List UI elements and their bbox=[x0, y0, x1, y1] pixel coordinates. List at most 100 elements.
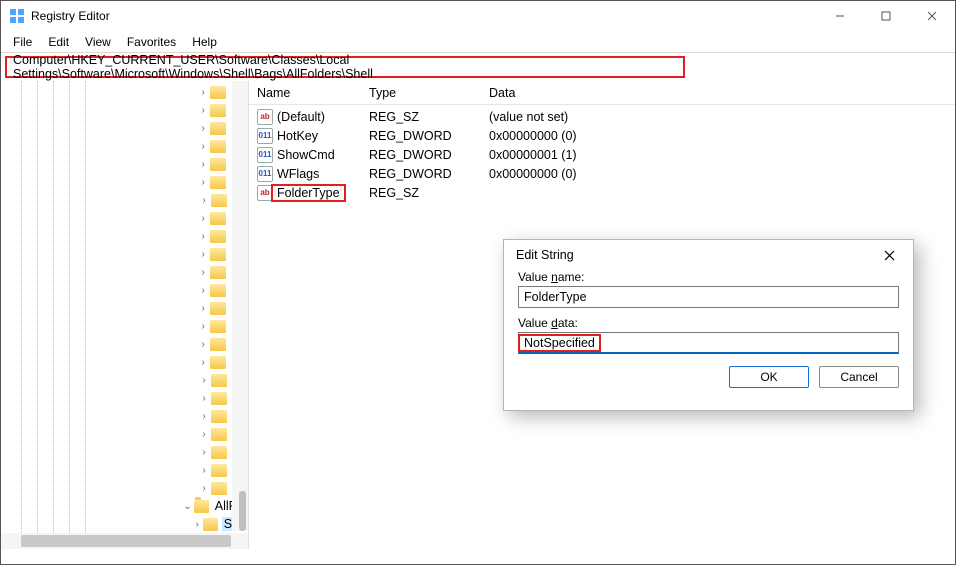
expand-icon[interactable]: › bbox=[197, 447, 211, 458]
menu-help[interactable]: Help bbox=[184, 33, 225, 51]
menu-favorites[interactable]: Favorites bbox=[119, 33, 184, 51]
tree-item-8[interactable]: ›8 bbox=[5, 461, 248, 479]
expand-icon[interactable]: › bbox=[197, 465, 211, 476]
value-row[interactable]: 011WFlagsREG_DWORD0x00000000 (0) bbox=[249, 164, 955, 183]
tree-item-shell[interactable]: ›She bbox=[5, 515, 248, 533]
expand-icon[interactable]: › bbox=[196, 267, 210, 278]
value-type: REG_SZ bbox=[369, 186, 489, 200]
dword-value-icon: 011 bbox=[257, 128, 273, 144]
value-row[interactable]: abFolderTypeREG_SZ bbox=[249, 183, 955, 202]
expand-icon[interactable]: › bbox=[191, 519, 204, 530]
app-icon bbox=[9, 8, 25, 24]
expand-icon[interactable]: › bbox=[196, 177, 210, 188]
tree-item-16[interactable]: ›16 bbox=[5, 119, 248, 137]
value-type: REG_SZ bbox=[369, 110, 489, 124]
value-data: (value not set) bbox=[489, 110, 955, 124]
expand-icon[interactable]: › bbox=[196, 303, 210, 314]
value-data-label: Value data: bbox=[518, 316, 899, 330]
value-type: REG_DWORD bbox=[369, 148, 489, 162]
value-row[interactable]: ab(Default)REG_SZ(value not set) bbox=[249, 107, 955, 126]
expand-icon[interactable]: › bbox=[196, 249, 210, 260]
expand-icon[interactable]: › bbox=[196, 141, 210, 152]
tree-item-26[interactable]: ›26 bbox=[5, 317, 248, 335]
tree-item-allfolders[interactable]: ⌄AllFol bbox=[5, 497, 248, 515]
tree-item-18[interactable]: ›18 bbox=[5, 155, 248, 173]
folder-icon bbox=[210, 284, 226, 297]
dword-value-icon: 011 bbox=[257, 166, 273, 182]
folder-icon bbox=[210, 158, 226, 171]
expand-icon[interactable]: › bbox=[196, 87, 210, 98]
address-bar[interactable]: Computer\HKEY_CURRENT_USER\Software\Clas… bbox=[5, 56, 685, 78]
tree-item-28[interactable]: ›28 bbox=[5, 353, 248, 371]
folder-icon bbox=[210, 104, 226, 117]
expand-icon[interactable]: › bbox=[197, 375, 211, 386]
value-name-label: Value name: bbox=[518, 270, 899, 284]
tree-item-25[interactable]: ›25 bbox=[5, 299, 248, 317]
menu-bar: File Edit View Favorites Help bbox=[1, 31, 955, 53]
list-header: Name Type Data bbox=[249, 81, 955, 105]
expand-icon[interactable]: › bbox=[196, 105, 210, 116]
expand-icon[interactable]: › bbox=[197, 483, 211, 494]
tree-scrollbar-horizontal[interactable] bbox=[1, 533, 248, 549]
tree-item-17[interactable]: ›17 bbox=[5, 137, 248, 155]
collapse-icon[interactable]: ⌄ bbox=[181, 501, 194, 512]
folder-icon bbox=[210, 356, 226, 369]
tree-item-19[interactable]: ›19 bbox=[5, 173, 248, 191]
menu-edit[interactable]: Edit bbox=[40, 33, 77, 51]
tree-item-6[interactable]: ›6 bbox=[5, 425, 248, 443]
maximize-button[interactable] bbox=[863, 1, 909, 31]
col-header-type[interactable]: Type bbox=[369, 86, 489, 100]
menu-file[interactable]: File bbox=[5, 33, 40, 51]
value-name: ShowCmd bbox=[277, 148, 335, 162]
col-header-data[interactable]: Data bbox=[489, 86, 955, 100]
tree-pane[interactable]: ›14›15›16›17›18›19›2›20›21›22›23›24›25›2… bbox=[1, 81, 249, 549]
expand-icon[interactable]: › bbox=[196, 339, 210, 350]
expand-icon[interactable]: › bbox=[196, 159, 210, 170]
value-data: 0x00000001 (1) bbox=[489, 148, 955, 162]
tree-item-9[interactable]: ›9 bbox=[5, 479, 248, 497]
folder-icon bbox=[203, 518, 217, 531]
close-button[interactable] bbox=[909, 1, 955, 31]
expand-icon[interactable]: › bbox=[197, 195, 211, 206]
value-name: FolderType bbox=[271, 184, 346, 202]
folder-icon bbox=[210, 122, 226, 135]
ok-button[interactable]: OK bbox=[729, 366, 809, 388]
tree-item-27[interactable]: ›27 bbox=[5, 335, 248, 353]
tree-item-14[interactable]: ›14 bbox=[5, 83, 248, 101]
value-type: REG_DWORD bbox=[369, 129, 489, 143]
edit-string-dialog: Edit String Value name: FolderType Value… bbox=[503, 239, 914, 411]
expand-icon[interactable]: › bbox=[197, 411, 211, 422]
expand-icon[interactable]: › bbox=[196, 285, 210, 296]
tree-item-20[interactable]: ›20 bbox=[5, 209, 248, 227]
expand-icon[interactable]: › bbox=[196, 123, 210, 134]
expand-icon[interactable]: › bbox=[196, 213, 210, 224]
tree-item-4[interactable]: ›4 bbox=[5, 389, 248, 407]
value-data-input[interactable]: NotSpecified bbox=[518, 332, 899, 354]
value-row[interactable]: 011HotKeyREG_DWORD0x00000000 (0) bbox=[249, 126, 955, 145]
tree-item-24[interactable]: ›24 bbox=[5, 281, 248, 299]
expand-icon[interactable]: › bbox=[197, 393, 211, 404]
menu-view[interactable]: View bbox=[77, 33, 119, 51]
tree-item-2[interactable]: ›2 bbox=[5, 191, 248, 209]
dialog-close-button[interactable] bbox=[873, 243, 905, 267]
expand-icon[interactable]: › bbox=[197, 429, 211, 440]
col-header-name[interactable]: Name bbox=[249, 86, 369, 100]
expand-icon[interactable]: › bbox=[196, 321, 210, 332]
tree-item-21[interactable]: ›21 bbox=[5, 227, 248, 245]
tree-scrollbar-vertical[interactable] bbox=[232, 81, 248, 531]
minimize-button[interactable] bbox=[817, 1, 863, 31]
folder-icon bbox=[211, 410, 227, 423]
tree-item-3[interactable]: ›3 bbox=[5, 371, 248, 389]
value-data: 0x00000000 (0) bbox=[489, 129, 955, 143]
tree-item-23[interactable]: ›23 bbox=[5, 263, 248, 281]
expand-icon[interactable]: › bbox=[196, 231, 210, 242]
tree-item-22[interactable]: ›22 bbox=[5, 245, 248, 263]
cancel-button[interactable]: Cancel bbox=[819, 366, 899, 388]
tree-item-7[interactable]: ›7 bbox=[5, 443, 248, 461]
tree-item-15[interactable]: ›15 bbox=[5, 101, 248, 119]
value-row[interactable]: 011ShowCmdREG_DWORD0x00000001 (1) bbox=[249, 145, 955, 164]
expand-icon[interactable]: › bbox=[196, 357, 210, 368]
tree-item-5[interactable]: ›5 bbox=[5, 407, 248, 425]
folder-icon bbox=[210, 86, 226, 99]
value-name-input[interactable]: FolderType bbox=[518, 286, 899, 308]
